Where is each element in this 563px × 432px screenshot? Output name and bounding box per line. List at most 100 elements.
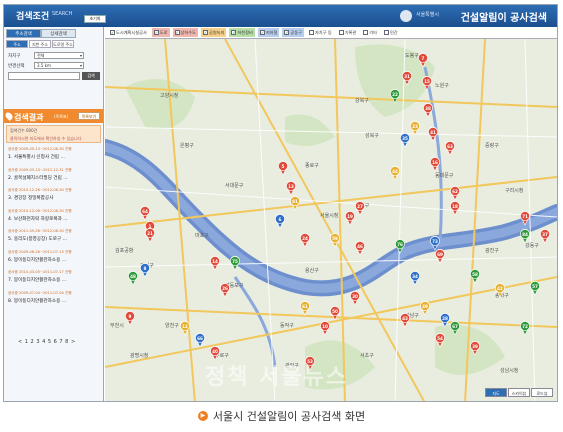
search-button[interactable]: 검색: [82, 72, 100, 80]
reset-button[interactable]: 초기화: [84, 15, 106, 23]
map-view-switch: 지도 스카이뷰 로드뷰: [485, 388, 553, 397]
item-meta: 공사중 2009-03-13~2012-12-31 진행: [8, 167, 72, 172]
subtab-road-address[interactable]: 도로명 주소: [52, 40, 74, 48]
marker-number: 63: [447, 144, 453, 149]
marker-number: 16: [432, 160, 438, 165]
map-label: 서대문구: [225, 182, 244, 189]
district-label: 자치구: [8, 54, 21, 59]
item-meta: 공사중 2010-03-05~2011-07-17 진행: [8, 270, 72, 274]
marker-number: 28: [442, 316, 448, 321]
subtab-address[interactable]: 주소: [6, 40, 28, 48]
tab-address-search[interactable]: 주소검색: [6, 29, 41, 38]
marker-number: 66: [197, 336, 203, 341]
marker-number: 14: [212, 259, 218, 264]
marker-number: 35: [402, 136, 408, 141]
list-item[interactable]: 공사중 2009-07-04~2011-07-04 진행 8. 봉이동디지안활관자…: [6, 291, 101, 312]
watermark: 정책 서울뉴스: [205, 365, 349, 390]
list-item[interactable]: 공사중 2010-12-26~2012-06-30 진행 3. 경강장 정밀복합공…: [6, 188, 101, 209]
radius-select[interactable]: 3.5 km: [34, 62, 84, 69]
results-title: 검색결과: [14, 113, 44, 122]
marker-number: 31: [404, 74, 410, 79]
map-label: 강북구: [355, 97, 369, 104]
result-count: 검색건수 000건: [10, 128, 38, 133]
roadview-button[interactable]: 로드뷰: [531, 388, 553, 397]
map-label: 동대문구: [435, 172, 454, 179]
list-view-button[interactable]: 목록보기: [78, 112, 100, 120]
item-name[interactable]: 2. 골목설폐지스터필딩 건립 ...: [8, 175, 101, 181]
filter-etc[interactable]: 기타: [361, 28, 379, 37]
skyview-button[interactable]: 스카이뷰: [508, 388, 530, 397]
sidebar: 주소검색 상세검색 주소 지번 주소 도로명 주소 자치구 전체 반경선택 3.…: [4, 27, 104, 401]
figure-caption: ▶ 서울시 건설알림이 공사검색 화면: [0, 405, 563, 427]
map-label: 마포구: [195, 232, 209, 239]
item-name[interactable]: 4. 보산화천자락 자랑로복과 ...: [8, 216, 101, 222]
marker-number: 43: [402, 316, 408, 321]
marker-number: 22: [392, 92, 398, 97]
list-item[interactable]: 공사중 2010-12-06~2012-06-30 진행 4. 보산화천자락 자랑…: [6, 209, 101, 230]
map-label: 서울시청: [320, 212, 338, 219]
list-item[interactable]: 공사중 2010-03-05~2011-07-17 진행 7. 봉이동디지안활관자…: [6, 270, 101, 291]
map-view-button[interactable]: 지도: [485, 388, 507, 397]
list-item[interactable]: 공사중 2009-03-13~2012-12-31 진행 2. 골목설폐지스터필딩…: [6, 168, 101, 189]
marker-number: 21: [147, 231, 153, 236]
brand-org: 서울특별시: [415, 12, 439, 18]
marker-number: 72: [522, 324, 528, 329]
item-name[interactable]: 1. 서울특별시 신청사 건립 ...: [8, 154, 101, 160]
map-label: 노원구: [435, 82, 449, 89]
marker-number: 50: [332, 309, 338, 314]
marker-number: 62: [452, 189, 458, 194]
filter-district[interactable]: 자치구 등: [307, 28, 334, 37]
results-list: 공사중 2009-05-13~2012-06-30 진행 1. 서울특별시 신청사…: [6, 147, 101, 311]
filter-utility[interactable]: ✓ 공동구: [282, 28, 304, 37]
item-name[interactable]: 6. 봉이동디지안활관자소용 ...: [8, 257, 101, 263]
map-label: 강동구: [525, 242, 539, 249]
list-item[interactable]: 공사중 2011-09-26~2012-06-30 진행 5. 용리도(봉영공장)…: [6, 229, 101, 250]
marker-number: 48: [130, 274, 136, 279]
map-label: 중랑구: [485, 142, 499, 149]
map-canvas[interactable]: 고양시청 도봉구노원구강북구성북구은평구서대문구 종로구 중랑구동대문구마포구 서울시청…: [105, 27, 557, 402]
item-name[interactable]: 8. 봉이동디지안활관자소용 ...: [8, 298, 101, 304]
marker-number: 59: [332, 236, 338, 241]
item-name[interactable]: 3. 경강장 정밀복합공사: [8, 195, 101, 201]
marker-number: 5: [282, 164, 285, 169]
top-bar: 검색조건 SEARCH 초기화 서울특별시 건설알림이 공사검색: [4, 5, 557, 27]
marker-number: 10: [322, 324, 328, 329]
marker-number: 49: [422, 304, 428, 309]
pagination[interactable]: < 1 2 3 4 5 6 7 8 >: [18, 339, 76, 345]
map-label: 성남시청: [500, 367, 518, 374]
search-tab[interactable]: SEARCH: [52, 11, 72, 17]
subtab-lot-address[interactable]: 지번 주소: [29, 40, 51, 48]
list-item[interactable]: 공사중 2009-05-13~2012-06-30 진행 1. 서울특별시 신청사…: [6, 147, 101, 168]
tab-detail-search[interactable]: 상세검색: [41, 29, 76, 38]
filter-private[interactable]: 민간: [382, 28, 400, 37]
marker-number: 64: [142, 209, 148, 214]
item-name[interactable]: 5. 용리도(봉영공장) 도로구 ...: [8, 236, 101, 242]
item-meta: 공사중 2011-09-26~2012-06-30 진행: [8, 229, 72, 233]
filter-urban-facility[interactable]: ✓ 도시계획시설공사: [108, 28, 149, 37]
map-view[interactable]: 고양시청 도봉구 노원구 강북구 성북구 은평구 서대문구 종로구 중랑구 동대문구 마포구 서울시청…: [105, 27, 557, 402]
marker-number: 15: [424, 79, 430, 84]
filter-subway[interactable]: ✓ 지하철: [257, 28, 280, 37]
location-pin-icon: [4, 111, 14, 121]
filter-archive[interactable]: 기록관: [337, 28, 359, 37]
filter-water[interactable]: ✓ 상하수도: [172, 28, 198, 37]
marker-number: 34: [412, 274, 418, 279]
marker-number: 6: [279, 217, 282, 222]
item-name[interactable]: 7. 봉이동디지안활관자소용 ...: [8, 277, 101, 283]
marker-number: 57: [532, 284, 538, 289]
marker-number: 9: [129, 314, 132, 319]
address-subtabs: 주소 지번 주소 도로명 주소: [6, 40, 74, 48]
map-label: 도봉구: [405, 53, 419, 59]
district-select[interactable]: 전체: [34, 52, 84, 59]
filter-road[interactable]: ✓ 도로: [151, 28, 170, 37]
map-label: 성북구: [365, 132, 379, 139]
caption-text: 서울시 건설알림이 공사검색 화면: [212, 410, 366, 423]
marker-number: 19: [347, 214, 353, 219]
search-input[interactable]: [8, 72, 80, 80]
list-item[interactable]: 공사중 2009-06-26~2011-07-15 진행 6. 봉이동디지안활관자…: [6, 250, 101, 271]
filter-river[interactable]: ✓ 하천정비: [229, 28, 255, 37]
map-label: 김포공항: [115, 247, 134, 254]
marker-number: 73: [432, 239, 438, 244]
map-label: 은평구: [180, 142, 194, 149]
filter-park[interactable]: ✓ 공원녹지: [200, 28, 227, 37]
